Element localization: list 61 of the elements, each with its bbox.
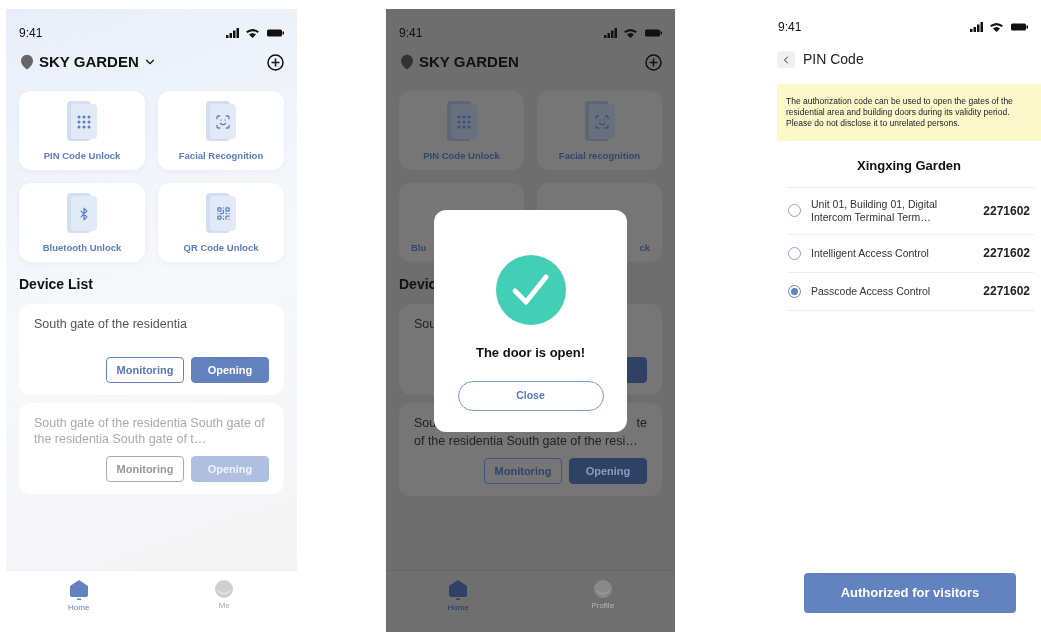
community-name[interactable]: SKY GARDEN: [419, 50, 519, 74]
unlock-tile[interactable]: PIN Code Unlock: [399, 91, 524, 170]
unlock-tile[interactable]: Facial Recognition: [158, 91, 284, 170]
face-scan-phone-icon: [206, 101, 236, 141]
device-name: te: [636, 415, 647, 431]
keypad-phone-icon: [67, 101, 97, 141]
section-title: Device List: [18, 275, 94, 294]
unlock-tile[interactable]: Facial recognition: [537, 91, 662, 170]
section-title: Devic: [398, 275, 438, 294]
authorize-button[interactable]: Authorized for visitors: [804, 573, 1016, 613]
monitoring-button[interactable]: Monitoring: [106, 357, 184, 383]
status-icons: [970, 22, 1028, 32]
access-code: 2271602: [983, 202, 1031, 220]
unlock-tile[interactable]: Bluetooth Unlock: [19, 183, 145, 262]
nav-tab[interactable]: Home: [6, 571, 152, 632]
notice-banner: The authorization code can be used to open the gates of the residential area and building doors during its validity period. Please do not disclose it to unrelated persons.: [777, 84, 1041, 141]
unlock-tile[interactable]: PIN Code Unlock: [19, 91, 145, 170]
monitoring-button[interactable]: Monitoring: [484, 458, 562, 484]
nav-tab[interactable]: Me: [151, 571, 297, 632]
device-name: South gate of the residentia South gate of the residentia South gate of t…: [34, 415, 266, 447]
home-icon: [449, 580, 468, 600]
keypad-phone-icon: [446, 101, 477, 141]
nav-tab[interactable]: Profile: [530, 571, 675, 632]
user-avatar-icon: [593, 580, 612, 598]
add-icon[interactable]: [267, 53, 284, 71]
monitoring-button[interactable]: Monitoring: [106, 456, 184, 482]
qr-code-phone-icon: [206, 193, 236, 233]
user-avatar-icon: [215, 580, 234, 598]
access-code: 2271602: [983, 283, 1031, 300]
access-code: 2271602: [983, 245, 1031, 262]
option-label: Intelligent Access Control: [811, 246, 930, 260]
status-icons: [226, 28, 284, 38]
location-pin-icon: [399, 54, 415, 70]
status-time: 9:41: [778, 19, 802, 36]
opening-button[interactable]: Opening: [569, 458, 647, 484]
location-pin-icon: [19, 54, 35, 70]
page-title: PIN Code: [803, 50, 864, 69]
check-circle-icon: [495, 255, 566, 325]
community-selector[interactable]: SKY GARDEN: [386, 51, 675, 73]
device-name: Sou: [414, 415, 437, 431]
device-name: South gate of the residentia: [34, 316, 188, 332]
opening-button[interactable]: Opening: [191, 357, 269, 383]
status-icons: [604, 28, 662, 38]
option-label: Passcode Access Control: [811, 284, 932, 298]
face-scan-phone-icon: [584, 101, 615, 141]
unlock-tile[interactable]: QR Code Unlock: [158, 183, 284, 262]
nav-tab[interactable]: Home: [386, 571, 531, 632]
status-time: 9:41: [19, 25, 43, 42]
access-option[interactable]: Intelligent Access Control 2271602: [787, 234, 1034, 273]
dialog-message: The door is open!: [475, 344, 586, 362]
community-selector[interactable]: SKY GARDEN: [6, 51, 297, 73]
back-button[interactable]: [777, 51, 795, 68]
bluetooth-phone-icon: [67, 193, 97, 233]
access-option[interactable]: Unit 01, Building 01, Digital Intercom Terminal Term… 2271602: [787, 187, 1034, 235]
community-title: Xingxing Garden: [856, 157, 962, 175]
access-option[interactable]: Passcode Access Control 2271602: [787, 272, 1034, 311]
option-label: Unit 01, Building 01, Digital Intercom Terminal Term…: [811, 197, 939, 224]
home-icon: [69, 580, 88, 600]
device-name: of the residentia South gate of the resi…: [414, 433, 639, 449]
status-time: 9:41: [399, 25, 423, 42]
community-name[interactable]: SKY GARDEN: [39, 50, 139, 74]
